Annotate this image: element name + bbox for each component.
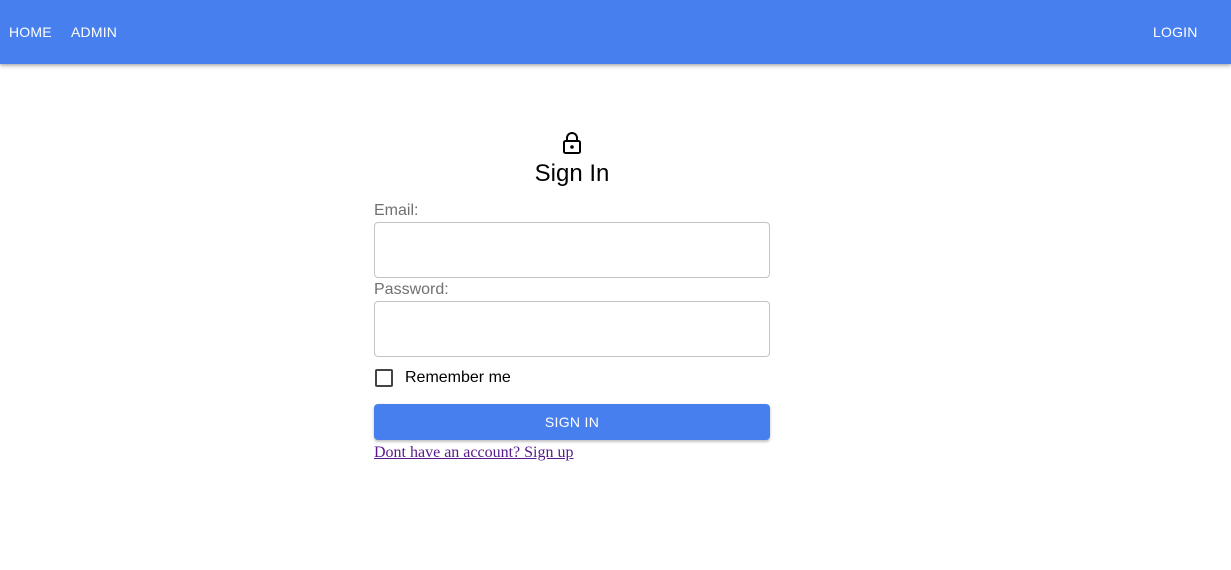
top-navbar: HOME ADMIN LOGIN [0,0,1231,64]
nav-link-login[interactable]: LOGIN [1153,24,1198,40]
lock-icon [562,131,582,155]
signup-link[interactable]: Dont have an account? Sign up [374,444,574,462]
nav-link-admin[interactable]: ADMIN [71,24,117,40]
email-field[interactable] [374,222,770,278]
sign-in-button[interactable]: SIGN IN [374,404,770,440]
nav-link-home[interactable]: HOME [9,24,52,40]
password-field[interactable] [374,301,770,357]
password-label: Password: [374,281,449,298]
email-label: Email: [374,202,419,219]
page-title: Sign In [534,160,610,187]
remember-me-label[interactable]: Remember me [405,369,511,387]
remember-me-checkbox[interactable] [375,369,393,387]
